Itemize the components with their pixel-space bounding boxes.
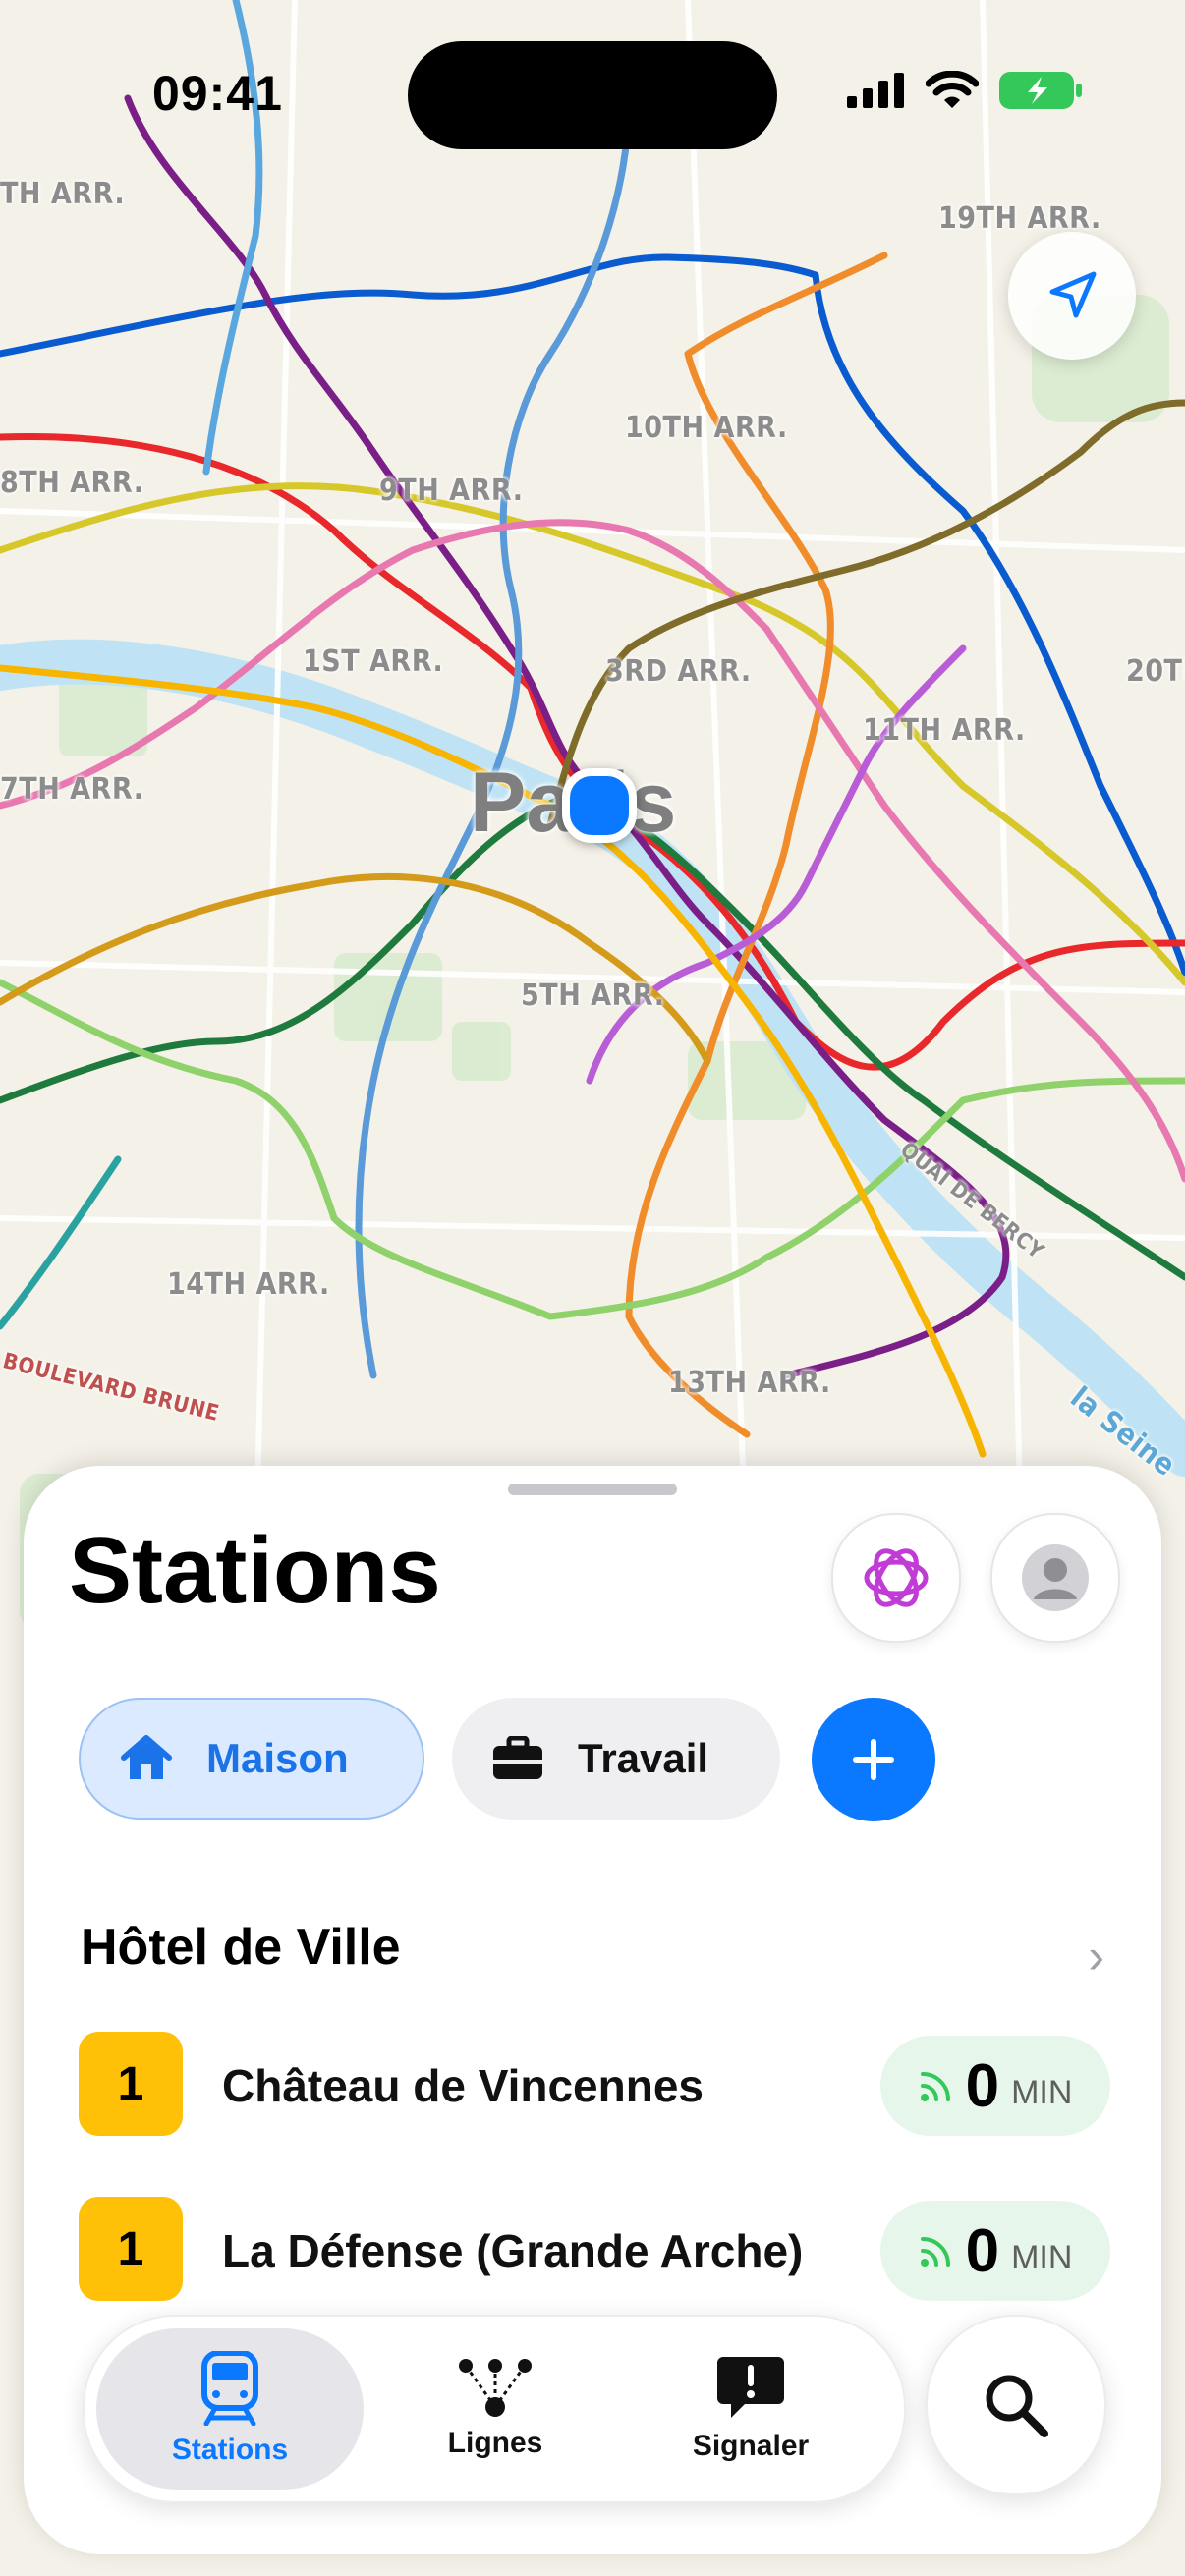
favorite-home-label: Maison xyxy=(206,1735,349,1781)
eta-unit: MIN xyxy=(1011,2073,1073,2111)
sheet-grabber[interactable] xyxy=(508,1484,677,1495)
map-label: 11TH ARR. xyxy=(863,713,1026,748)
cellular-signal-icon xyxy=(847,73,904,108)
ai-assistant-button[interactable] xyxy=(831,1513,961,1643)
status-time: 09:41 xyxy=(152,66,283,121)
tab-lines-label: Lignes xyxy=(447,2427,543,2459)
network-icon xyxy=(459,2359,532,2417)
dynamic-island xyxy=(408,41,777,149)
departure-row[interactable]: 1 Château de Vincennes 0 MIN xyxy=(79,2032,1110,2140)
map-label: 10TH ARR. xyxy=(625,411,788,445)
map-label: 14TH ARR. xyxy=(167,1267,330,1302)
status-bar: 09:41 xyxy=(0,0,1185,196)
departure-destination: La Défense (Grande Arche) xyxy=(222,2225,804,2276)
tab-report-label: Signaler xyxy=(692,2430,810,2462)
user-location-dot xyxy=(562,768,637,843)
map-label: 9TH ARR. xyxy=(379,474,524,508)
battery-charging-icon xyxy=(999,72,1082,109)
status-icons xyxy=(847,71,1083,110)
sparkle-flower-icon xyxy=(864,1548,929,1607)
tab-lines[interactable]: Lignes xyxy=(362,2328,629,2490)
location-arrow-icon xyxy=(1049,271,1097,318)
departure-row[interactable]: 1 La Défense (Grande Arche) 0 MIN xyxy=(79,2197,1110,2305)
map-label: 8TH ARR. xyxy=(0,466,144,500)
map-label: 19TH ARR. xyxy=(938,201,1101,236)
realtime-signal-icon xyxy=(920,2072,950,2101)
line-badge: 1 xyxy=(79,2032,183,2136)
tab-stations-label: Stations xyxy=(171,2434,289,2466)
map-label: 1ST ARR. xyxy=(303,644,444,679)
map-label: 7TH ARR. xyxy=(0,772,144,807)
map-label: 20TH xyxy=(1126,654,1185,689)
stations-sheet[interactable]: Stations Maison Travail Hôtel de Ville ›… xyxy=(24,1466,1161,2554)
sheet-title: Stations xyxy=(69,1518,441,1623)
map-label: 3RD ARR. xyxy=(605,654,752,689)
locate-me-button[interactable] xyxy=(1008,232,1136,360)
realtime-signal-icon xyxy=(920,2237,950,2267)
eta-pill: 0 MIN xyxy=(880,2036,1110,2136)
favorite-home-chip[interactable]: Maison xyxy=(79,1698,424,1820)
map-label: 5TH ARR. xyxy=(521,979,665,1013)
favorite-work-label: Travail xyxy=(578,1735,709,1781)
tab-stations[interactable]: Stations xyxy=(96,2328,364,2490)
tab-bar: Stations Lignes Signaler xyxy=(83,2315,906,2503)
eta-value: 0 xyxy=(965,2216,1000,2285)
eta-value: 0 xyxy=(965,2051,1000,2120)
briefcase-icon xyxy=(493,1736,542,1779)
house-icon xyxy=(121,1735,172,1779)
departure-destination: Château de Vincennes xyxy=(222,2060,704,2111)
favorite-work-chip[interactable]: Travail xyxy=(452,1698,780,1820)
profile-button[interactable] xyxy=(990,1513,1120,1643)
add-favorite-button[interactable] xyxy=(812,1698,935,1821)
station-title[interactable]: Hôtel de Ville xyxy=(81,1918,401,1977)
search-button[interactable] xyxy=(926,2315,1106,2495)
plus-icon xyxy=(853,1739,894,1780)
avatar-icon xyxy=(1022,1544,1089,1611)
line-badge: 1 xyxy=(79,2197,183,2301)
eta-pill: 0 MIN xyxy=(880,2201,1110,2301)
report-icon xyxy=(717,2357,784,2418)
map-label: 13TH ARR. xyxy=(668,1366,831,1400)
search-icon xyxy=(986,2375,1048,2437)
train-icon xyxy=(201,2351,258,2426)
chevron-right-icon[interactable]: › xyxy=(1088,1928,1104,1985)
wifi-icon xyxy=(926,71,979,108)
tab-report[interactable]: Signaler xyxy=(617,2328,884,2490)
eta-unit: MIN xyxy=(1011,2238,1073,2276)
